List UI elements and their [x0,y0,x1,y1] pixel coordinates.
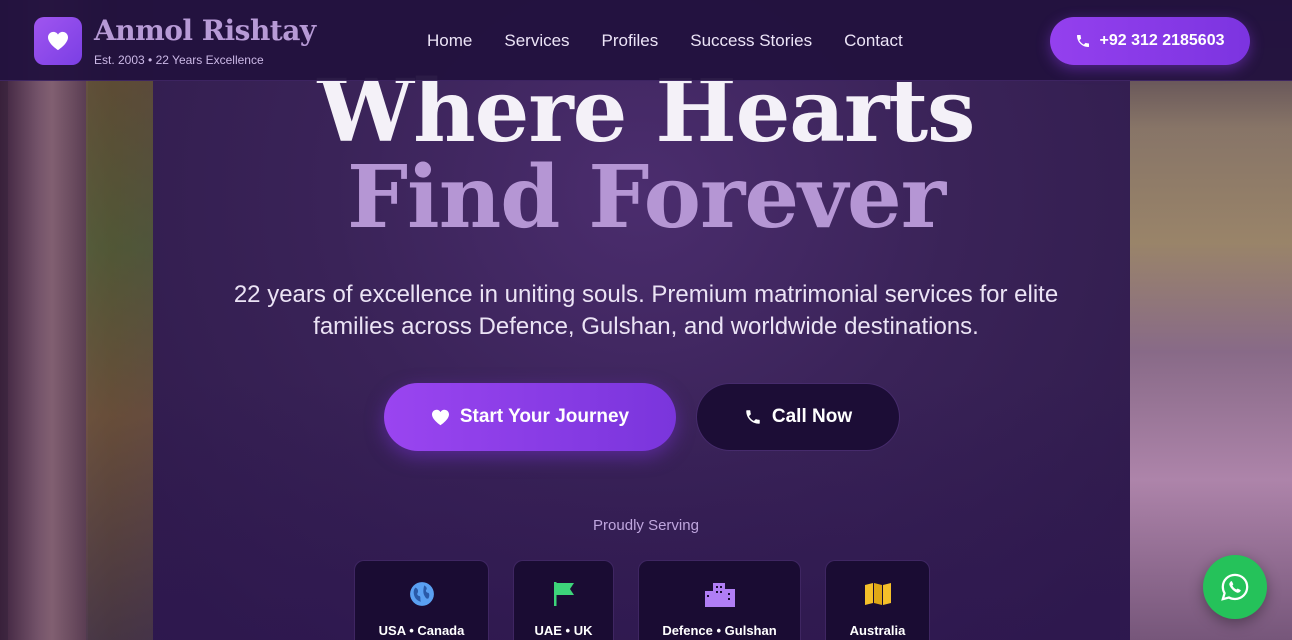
site-header: Anmol Rishtay Est. 2003 • 22 Years Excel… [0,0,1292,81]
location-card-uae-uk: UAE • UK [513,560,614,640]
brand-name[interactable]: Anmol Rishtay [94,14,316,47]
phone-button[interactable]: +92 312 2185603 [1050,17,1250,65]
start-journey-label: Start Your Journey [459,406,630,427]
location-label: Australia [849,623,906,638]
start-journey-button[interactable]: Start Your Journey [384,383,676,451]
location-label: Defence • Gulshan [662,623,777,638]
location-card-defence-gulshan: Defence • Gulshan [638,560,801,640]
globe-icon [409,582,434,606]
phone-icon [1077,35,1090,47]
nav-success-stories[interactable]: Success Stories [690,31,812,51]
heart-icon [431,409,449,425]
whatsapp-button[interactable] [1203,555,1267,619]
hero-title-line2: Find Forever [346,147,946,248]
map-icon [864,583,891,605]
location-label: UAE • UK [534,623,593,638]
location-label: USA • Canada [378,623,465,638]
logo[interactable] [34,17,82,65]
building-icon [704,583,735,607]
main-nav: Home Services Profiles Success Stories C… [427,31,903,51]
proudly-serving-label: Proudly Serving [593,517,699,534]
phone-button-label: +92 312 2185603 [1099,32,1225,49]
whatsapp-icon [1221,573,1249,601]
hero-subtitle: 22 years of excellence in uniting souls.… [233,281,1059,340]
location-card-australia: Australia [825,560,930,640]
nav-profiles[interactable]: Profiles [602,31,659,51]
phone-icon [746,410,760,424]
nav-contact[interactable]: Contact [844,31,903,51]
nav-home[interactable]: Home [427,31,472,51]
heart-icon [48,31,68,51]
brand-tagline: Est. 2003 • 22 Years Excellence [94,53,264,67]
call-now-button[interactable]: Call Now [696,383,900,451]
flag-icon [553,582,574,606]
nav-services[interactable]: Services [504,31,569,51]
location-card-usa-canada: USA • Canada [354,560,489,640]
call-now-label: Call Now [771,406,853,427]
